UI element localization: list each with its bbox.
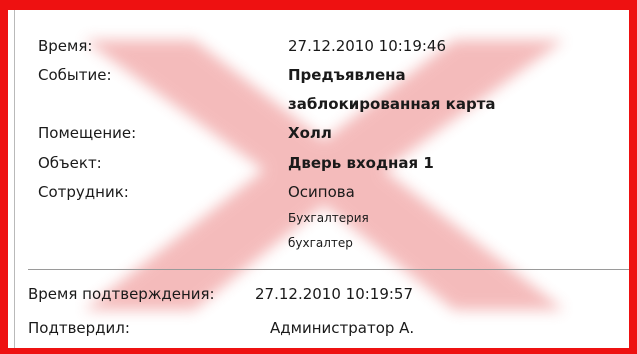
confirm-time-label: Время подтверждения:: [28, 285, 215, 303]
room-label: Помещение:: [38, 124, 137, 142]
confirmed-by-label: Подтвердил:: [28, 319, 130, 337]
inner-left-border: [14, 10, 15, 348]
employee-label: Сотрудник:: [38, 183, 129, 201]
confirm-time-value: 27.12.2010 10:19:57: [255, 285, 414, 303]
event-value-line1: Предъявлена: [288, 66, 406, 84]
section-divider: [28, 269, 629, 270]
event-label: Событие:: [38, 66, 112, 84]
object-label: Объект:: [38, 154, 102, 172]
employee-position: бухгалтер: [288, 236, 353, 250]
object-value: Дверь входная 1: [288, 154, 434, 172]
confirmed-by-value: Администратор А.: [270, 319, 415, 337]
event-value-line2: заблокированная карта: [288, 95, 496, 113]
employee-name: Осипова: [288, 183, 355, 201]
alarm-event-card: Время: 27.12.2010 10:19:46 Событие: Пред…: [0, 0, 637, 354]
time-label: Время:: [38, 37, 93, 55]
time-value: 27.12.2010 10:19:46: [288, 37, 447, 55]
employee-department: Бухгалтерия: [288, 211, 369, 225]
room-value: Холл: [288, 124, 332, 142]
